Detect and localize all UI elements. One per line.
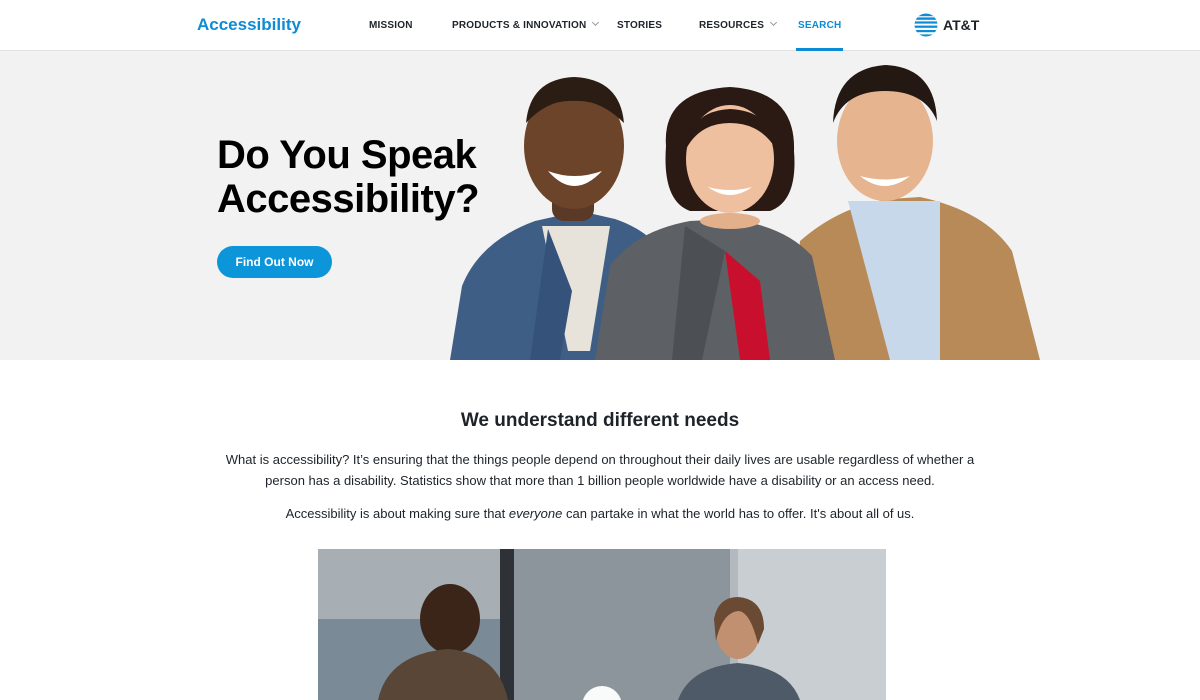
nav-products-label: PRODUCTS & INNOVATION [452,20,587,31]
nav-search-label: SEARCH [798,20,842,31]
chevron-down-icon [770,18,778,27]
intro-paragraph-2: Accessibility is about making sure that … [210,503,990,524]
hero-people-photo [450,65,1040,360]
find-out-now-button[interactable]: Find Out Now [217,246,332,278]
brand-link[interactable]: Accessibility [197,15,301,35]
nav-stories-label: STORIES [617,20,663,31]
site-header: Accessibility MISSION PRODUCTS & INNOVAT… [0,0,1200,51]
hero-banner: Do You Speak Accessibility? Find Out Now [0,51,1200,360]
att-logo-link[interactable]: AT&T [914,12,979,38]
nav-mission-label: MISSION [369,20,413,31]
nav-resources-label: RESOURCES [699,20,765,31]
nav-mission[interactable]: MISSION [369,0,413,51]
nav-search[interactable]: SEARCH [796,0,844,51]
intro-paragraph-2-start: Accessibility is about making sure that [285,506,509,521]
video-thumbnail [318,549,886,700]
att-globe-icon [914,13,938,37]
nav-products-innovation[interactable]: PRODUCTS & INNOVATION [452,0,600,51]
intro-paragraph-2-end: can partake in what the world has to off… [562,506,915,521]
hero-title-line1: Do You Speak [217,133,477,177]
section-title: We understand different needs [460,410,740,431]
nav-resources[interactable]: RESOURCES [699,0,778,51]
intro-paragraph-2-emphasis: everyone [508,506,563,521]
intro-paragraph-1: What is accessibility? It’s ensuring tha… [225,452,975,488]
att-logo-text: AT&T [943,17,980,33]
chevron-down-icon [592,18,600,27]
nav-stories[interactable]: STORIES [617,0,662,51]
video-player[interactable] [318,549,886,700]
